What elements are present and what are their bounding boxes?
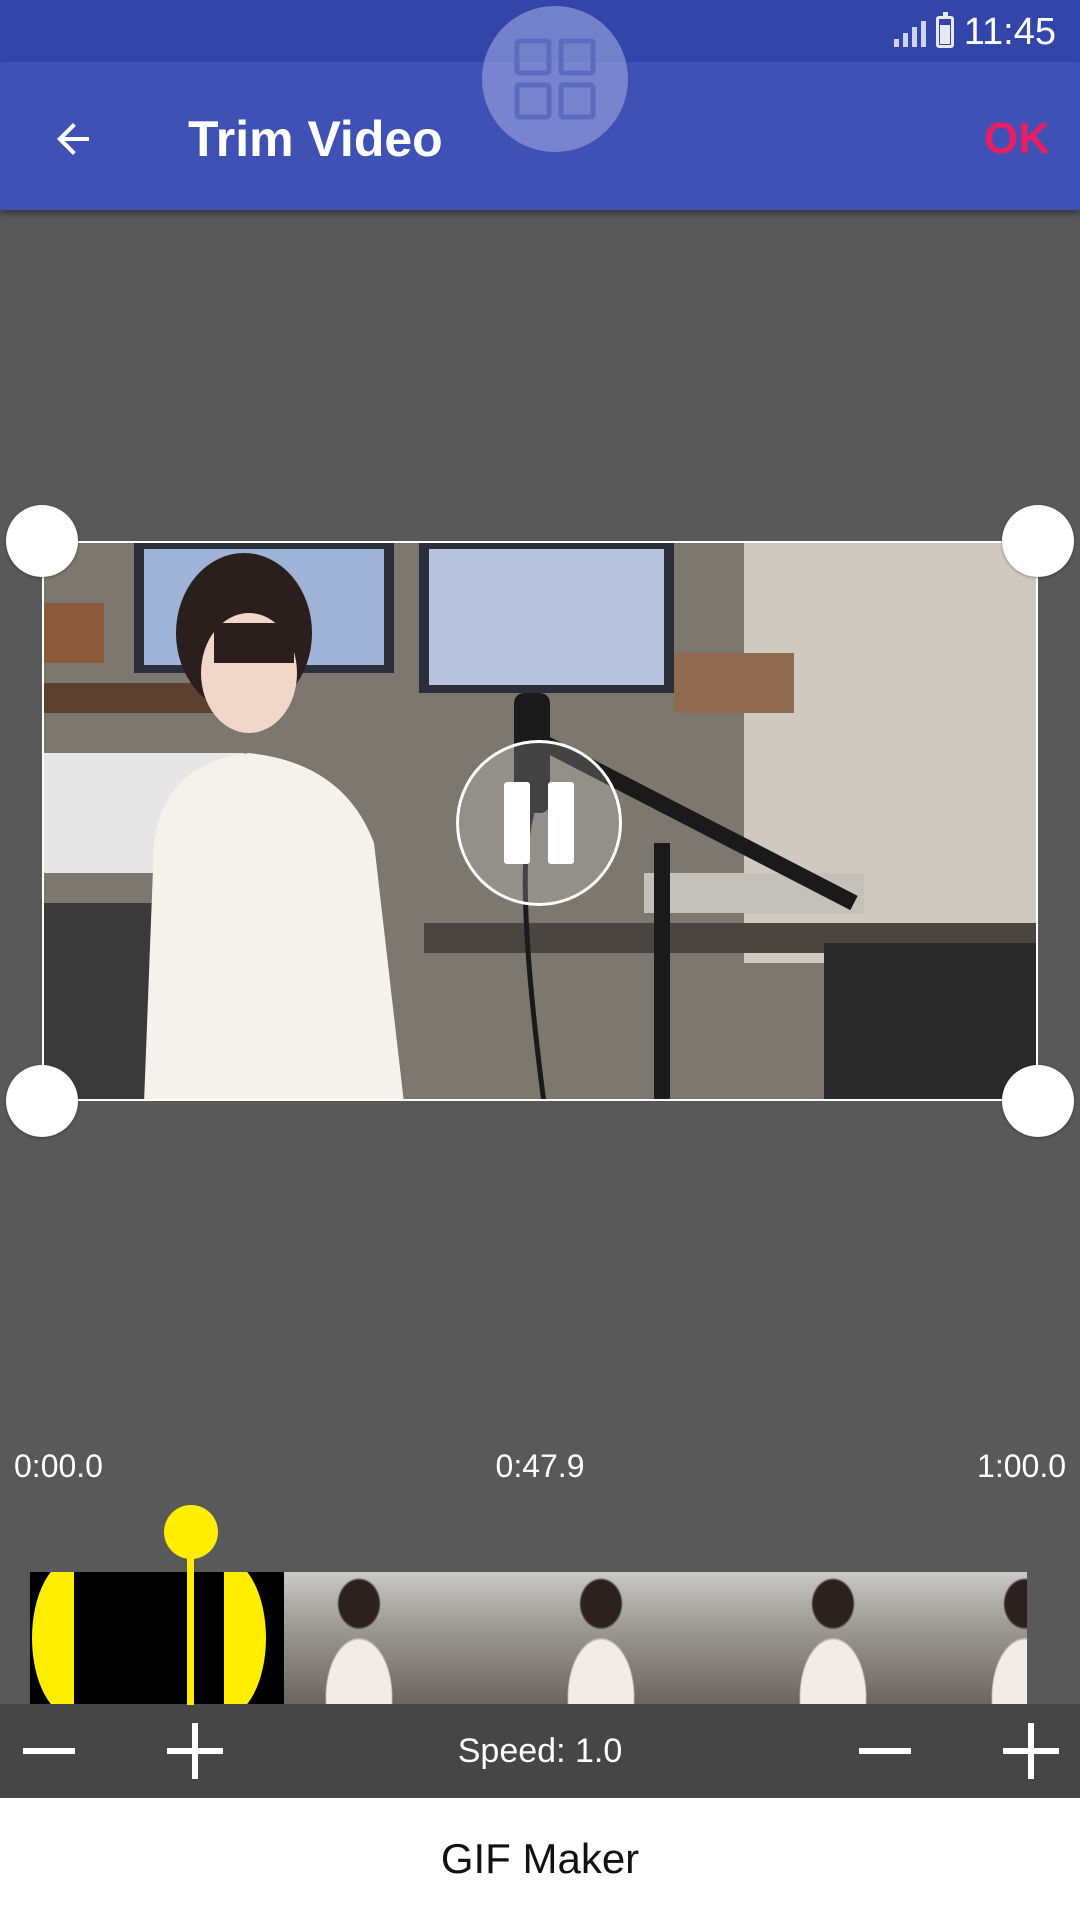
frame-thumbnail (284, 1572, 516, 1704)
pause-button[interactable] (456, 740, 622, 906)
speed-bar: Speed: 1.0 (0, 1704, 1080, 1798)
pause-icon (504, 782, 530, 864)
plus-icon (1003, 1723, 1059, 1779)
battery-icon (935, 12, 954, 48)
trim-handle-start[interactable] (32, 1572, 74, 1704)
crop-handle-top-right[interactable] (1002, 505, 1074, 577)
ok-button[interactable]: OK (984, 104, 1050, 174)
footer-banner: GIF Maker (0, 1798, 1080, 1920)
signal-icon (893, 17, 926, 47)
frame-thumbnail (516, 1572, 748, 1704)
status-time: 11:45 (963, 10, 1056, 53)
trim-handle-end[interactable] (224, 1572, 266, 1704)
frame-thumbnail (980, 1572, 1027, 1704)
status-icons: 11:45 (893, 10, 1056, 54)
crop-handle-top-left[interactable] (6, 505, 78, 577)
minus-icon (859, 1748, 911, 1754)
page-title: Trim Video (188, 111, 443, 167)
crop-handle-bottom-left[interactable] (6, 1065, 78, 1137)
pause-icon-bar (548, 782, 574, 864)
trim-selection[interactable] (30, 1572, 284, 1704)
speed-decrease-button[interactable] (840, 1704, 930, 1798)
end-time: 1:00.0 (977, 1448, 1066, 1484)
crop-handle-bottom-right[interactable] (1002, 1065, 1074, 1137)
grid-icon (514, 38, 596, 120)
frame-thumbnail (748, 1572, 980, 1704)
footer-label: GIF Maker (440, 1835, 640, 1882)
arrow-back-icon (57, 123, 89, 155)
floating-grid-button[interactable] (482, 6, 628, 152)
playhead-line (187, 1530, 194, 1705)
back-button[interactable] (38, 104, 108, 174)
speed-increase-button[interactable] (986, 1704, 1076, 1798)
current-time: 0:47.9 (495, 1448, 585, 1484)
